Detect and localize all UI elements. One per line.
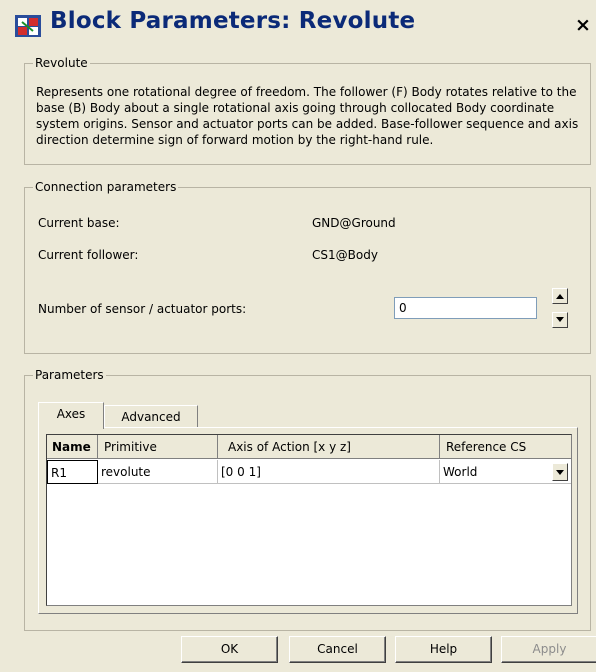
table-cell-axis[interactable]: [0 0 1] (218, 460, 440, 484)
column-header-name[interactable]: Name (47, 435, 98, 459)
connection-parameters-group: Connection parameters (24, 180, 591, 354)
reference-cs-value: World (443, 465, 478, 479)
tab-axes[interactable]: Axes (38, 402, 104, 429)
column-header-axis[interactable]: Axis of Action [x y z] (218, 435, 440, 459)
column-header-primitive[interactable]: Primitive (98, 435, 218, 459)
title-bar: Block Parameters: Revolute × (0, 0, 596, 44)
cancel-button[interactable]: Cancel (289, 636, 386, 663)
ports-label: Number of sensor / actuator ports: (38, 302, 247, 316)
reference-cs-select[interactable]: World (440, 460, 571, 484)
apply-button[interactable]: Apply (501, 636, 596, 663)
window-title: Block Parameters: Revolute (50, 8, 416, 34)
tab-advanced-label: Advanced (121, 410, 181, 424)
reference-cs-dropdown-button[interactable] (552, 463, 568, 481)
ports-spin-down-button[interactable] (552, 312, 568, 328)
connection-parameters-legend: Connection parameters (33, 180, 179, 194)
revolute-group-legend: Revolute (33, 56, 90, 70)
axes-table: Name Primitive Axis of Action [x y z] Re… (46, 434, 572, 606)
current-follower-label: Current follower: (38, 248, 139, 262)
block-description: Represents one rotational degree of free… (36, 85, 579, 147)
table-cell-name[interactable]: R1 (47, 460, 98, 484)
parameters-legend: Parameters (33, 368, 106, 382)
chevron-down-icon (556, 470, 564, 475)
current-base-label: Current base: (38, 216, 120, 230)
current-base-value: GND@Ground (312, 216, 396, 230)
arrow-up-icon (556, 294, 564, 299)
ok-button[interactable]: OK (181, 636, 278, 663)
table-cell-primitive[interactable]: revolute (98, 460, 218, 484)
arrow-down-icon (556, 317, 564, 322)
column-header-reference-cs[interactable]: Reference CS (440, 435, 571, 459)
tab-advanced[interactable]: Advanced (104, 405, 198, 428)
ports-input[interactable]: 0 (394, 297, 537, 319)
help-button[interactable]: Help (395, 636, 492, 663)
ports-spin-up-button[interactable] (552, 288, 568, 304)
simulink-block-icon (14, 14, 42, 38)
tab-axes-label: Axes (56, 407, 86, 421)
current-follower-value: CS1@Body (312, 248, 378, 262)
close-icon[interactable]: × (572, 14, 594, 36)
